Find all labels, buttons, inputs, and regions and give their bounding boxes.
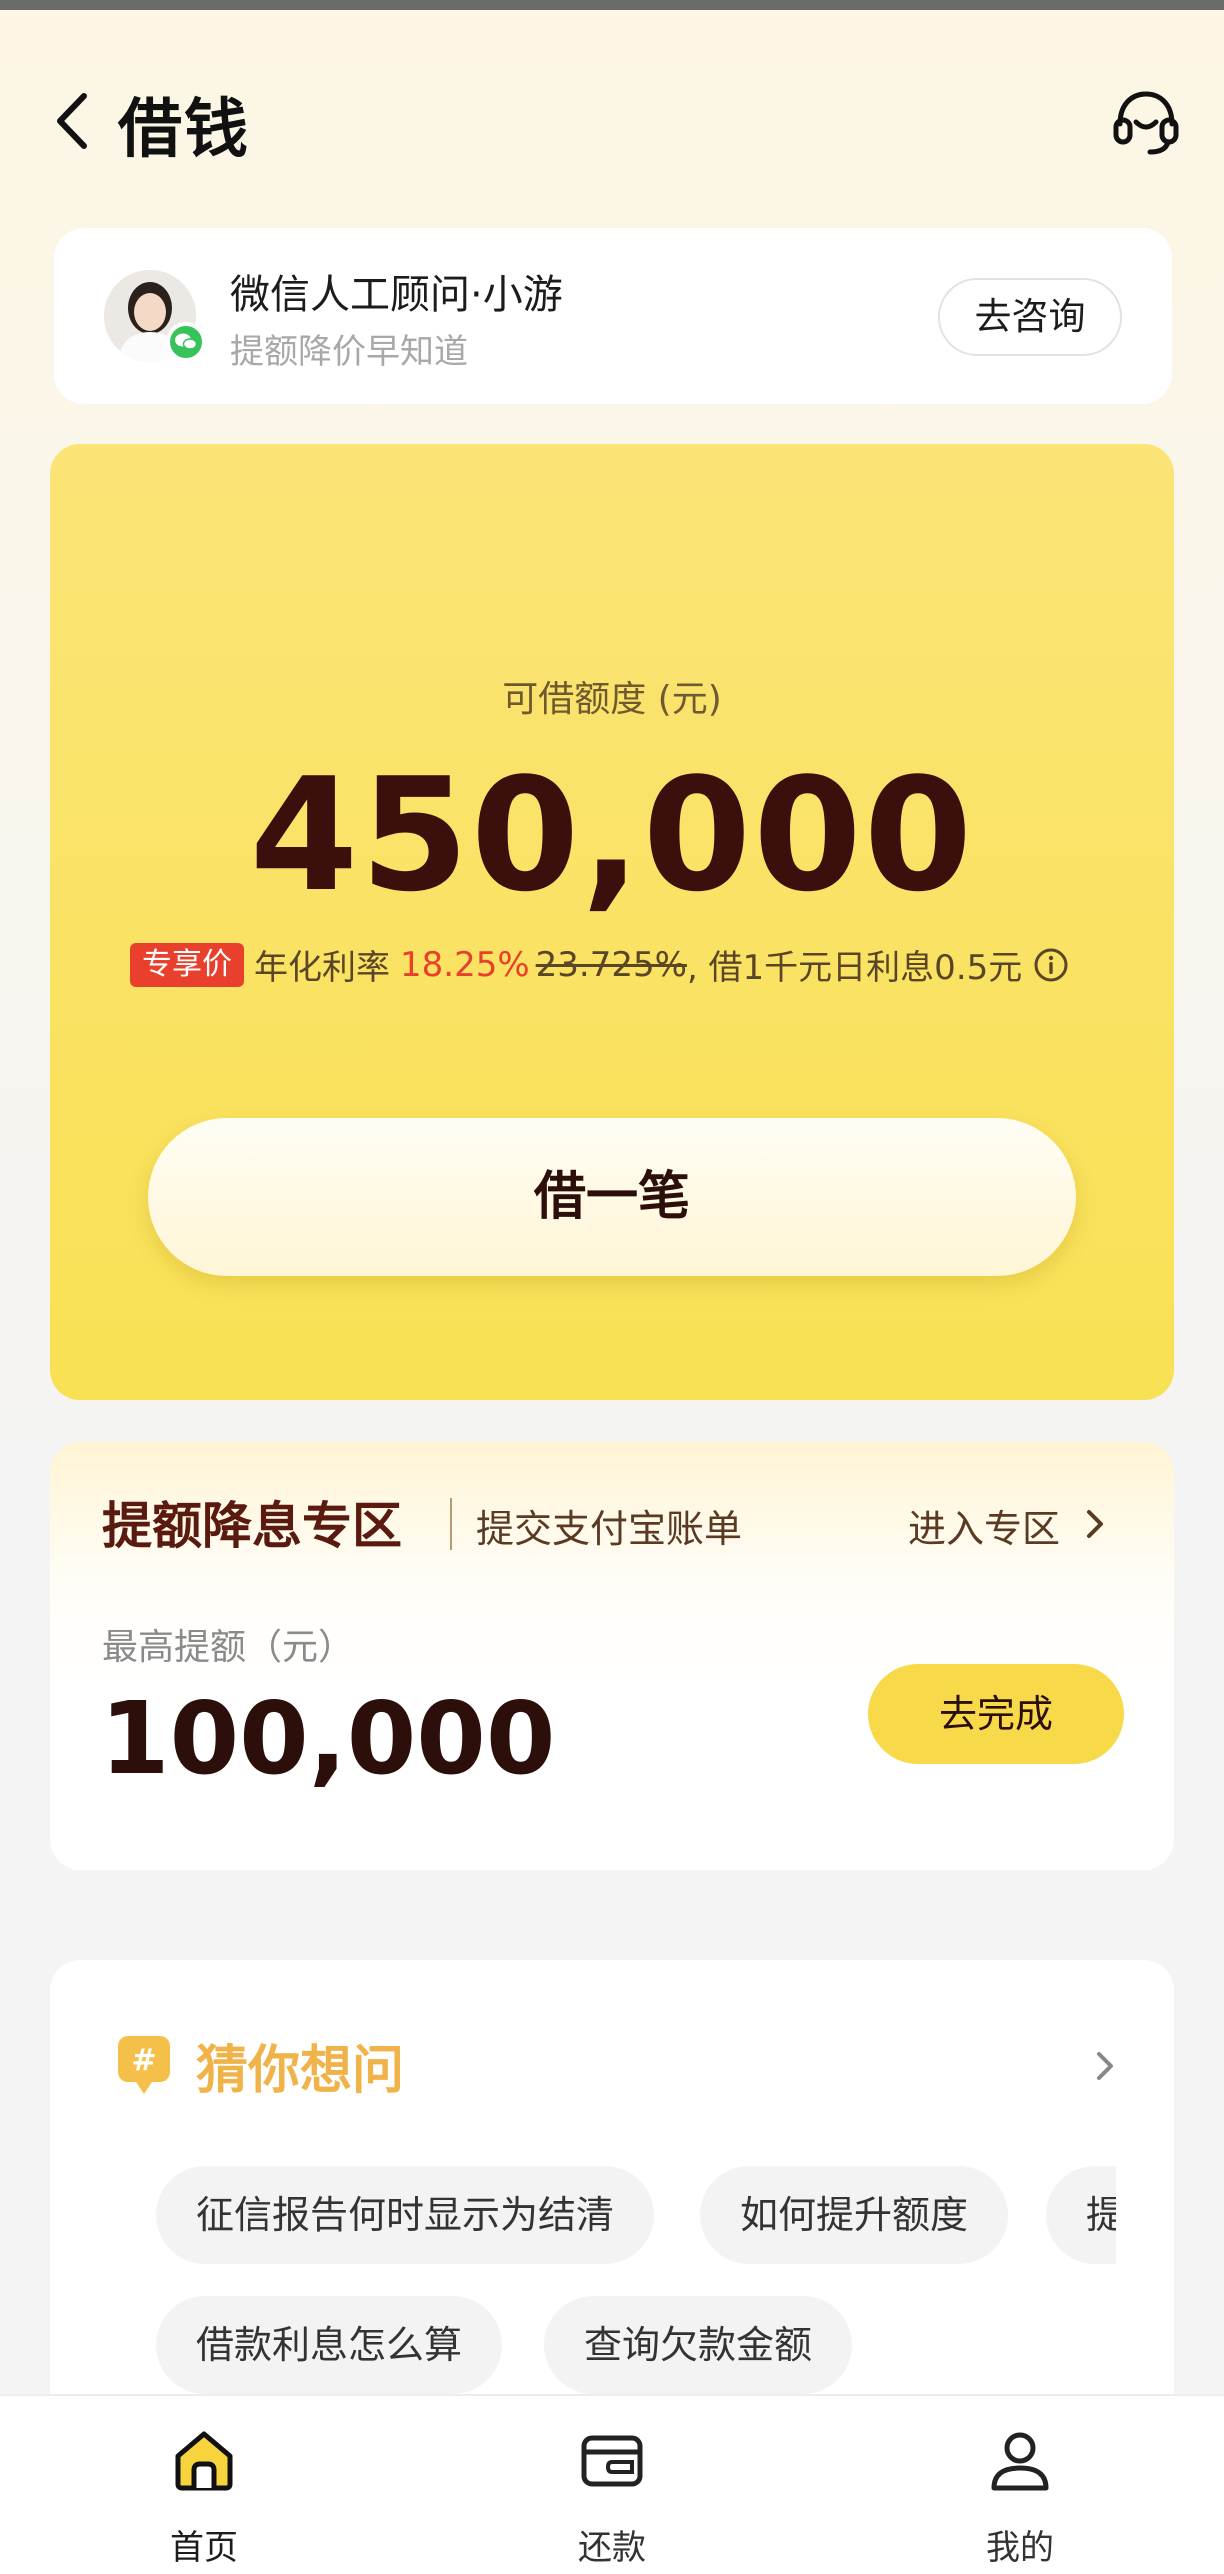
nav-label: 还款	[578, 2528, 646, 2568]
advisor-subtitle: 提额降价早知道	[230, 332, 468, 372]
chevron-left-icon	[57, 93, 87, 149]
max-boost-label: 最高提额（元）	[102, 1627, 355, 1668]
credit-limit-card: 可借额度 (元) 450,000 专享价 年化利率 18.25% 23.725%, 借…	[50, 444, 1174, 1400]
nav-item-mine[interactable]: 我的	[920, 2396, 1120, 2574]
faq-title: 猜你想问	[196, 2041, 405, 2101]
nav-item-home[interactable]: 首页	[104, 2396, 304, 2574]
boost-zone-card: 提额降息专区 提交支付宝账单 进入专区 最高提额（元） 100,000 去完成	[50, 1442, 1174, 1870]
rate-row: 专享价 年化利率 18.25% 23.725%, 借1千元日利息0.5元	[130, 940, 1130, 988]
rate-old: 23.725%	[535, 944, 687, 985]
user-icon	[991, 2432, 1049, 2491]
chevron-right-icon[interactable]	[1080, 1504, 1110, 1544]
page: 借钱 微信人工顾问·小游 提额降价早知道 去咨询 可借额度 (元) 450,00…	[0, 0, 1224, 2574]
customer-service-button[interactable]	[1106, 82, 1186, 162]
status-bar-edge	[0, 0, 1224, 10]
header: 借钱	[0, 60, 1224, 180]
bottom-nav: 首页 还款 我的	[0, 2394, 1224, 2574]
svg-text:#: #	[131, 2043, 156, 2078]
wechat-icon	[166, 322, 206, 362]
enter-zone-link[interactable]: 进入专区	[908, 1498, 1060, 1553]
home-icon	[175, 2431, 233, 2491]
faq-chip[interactable]: 查询欠款金额	[544, 2296, 853, 2394]
headset-icon	[1113, 91, 1179, 155]
faq-chip[interactable]: 提前还款	[1046, 2166, 1116, 2264]
hashtag-bubble-icon: #	[118, 2036, 170, 2094]
divider	[450, 1498, 452, 1550]
complete-button[interactable]: 去完成	[868, 1664, 1124, 1764]
nav-label: 首页	[170, 2528, 238, 2568]
rate-label: 年化利率	[254, 948, 390, 988]
wallet-icon	[581, 2435, 643, 2487]
credit-limit-amount: 450,000	[249, 744, 975, 926]
back-button[interactable]	[48, 88, 98, 154]
boost-zone-title: 提额降息专区	[102, 1497, 402, 1555]
faq-chip[interactable]: 征信报告何时显示为结清	[156, 2166, 655, 2264]
rate-new: 18.25%	[400, 944, 530, 985]
credit-limit-label: 可借额度 (元)	[502, 679, 722, 720]
boost-zone-subtitle: 提交支付宝账单	[476, 1507, 743, 1551]
rate-note: , 借1千元日利息0.5元	[686, 948, 1023, 988]
nav-item-repay[interactable]: 还款	[512, 2396, 712, 2574]
nav-label: 我的	[986, 2528, 1054, 2568]
faq-chip[interactable]: 借款利息怎么算	[156, 2296, 503, 2394]
chevron-right-icon[interactable]	[1090, 2046, 1120, 2086]
advisor-card[interactable]: 微信人工顾问·小游 提额降价早知道 去咨询	[54, 228, 1172, 404]
consult-button[interactable]: 去咨询	[938, 278, 1122, 356]
max-boost-amount: 100,000	[100, 1680, 556, 1797]
page-title: 借钱	[118, 93, 250, 167]
info-icon[interactable]	[1032, 946, 1070, 984]
advisor-name: 微信人工顾问·小游	[230, 272, 563, 318]
faq-chip[interactable]: 如何提升额度	[700, 2166, 1009, 2264]
borrow-button[interactable]: 借一笔	[148, 1118, 1076, 1276]
promo-tag: 专享价	[130, 942, 244, 987]
